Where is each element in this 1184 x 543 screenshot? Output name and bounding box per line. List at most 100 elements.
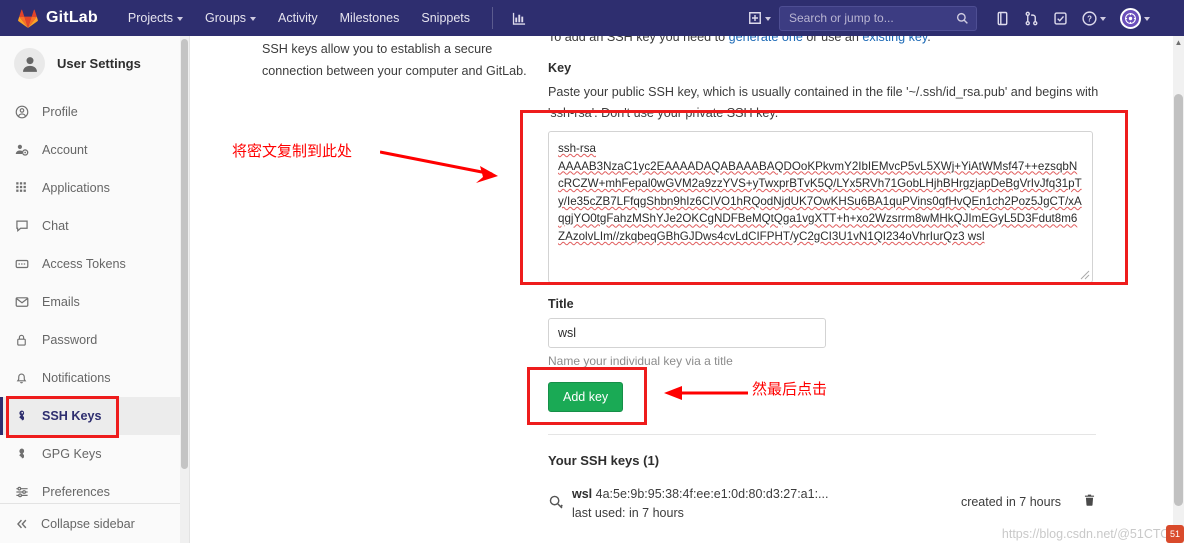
key-field-label: Key [548, 61, 572, 76]
existing-key-link[interactable]: existing key [862, 36, 927, 44]
help-icon[interactable]: ? [1076, 6, 1112, 31]
sidebar-item-ssh-keys[interactable]: SSH Keys [0, 397, 189, 435]
nav-link-projects[interactable]: Projects [118, 5, 193, 31]
nav-link-groups[interactable]: Groups [195, 5, 266, 31]
chevron-down-icon [1100, 16, 1106, 21]
page-scroll-thumb[interactable] [1174, 94, 1183, 506]
ssh-keys-intro-column: SSH keys allow you to establish a secure… [262, 36, 530, 82]
sidebar-item-gpg-keys[interactable]: GPG Keys [0, 435, 189, 473]
bell-icon [14, 371, 29, 385]
user-settings-sidebar: User Settings Profile Account Applicatio… [0, 36, 190, 543]
nav-link-milestones[interactable]: Milestones [330, 5, 410, 31]
textarea-resize-grip[interactable] [1080, 270, 1090, 280]
key-row-details: wsl 4a:5e:9b:95:38:4f:ee:e1:0d:80:d3:27:… [572, 485, 961, 520]
email-icon [14, 295, 29, 309]
nav-divider [492, 7, 494, 29]
profile-icon [14, 105, 29, 119]
double-chevron-glyph-icon [16, 519, 26, 528]
avatar-glyph-icon [1125, 12, 1136, 24]
todos-icon[interactable] [1047, 6, 1074, 31]
sidebar-item-emails-label: Emails [42, 295, 80, 309]
chevron-double-left-icon [14, 517, 29, 531]
gpg-key-icon [14, 447, 29, 461]
lock-icon [14, 333, 29, 347]
user-avatar-icon [1120, 7, 1141, 29]
merge-requests-icon[interactable] [1018, 6, 1045, 31]
add-key-button-wrapper: Add key [548, 381, 1108, 412]
ssh-key-value-line2: AAAAB3NzaC1yc2EAAAADAQABAAABAQDOoKPkvmY2… [558, 159, 1082, 243]
sidebar-item-password[interactable]: Password [0, 321, 189, 359]
ssh-key-form-column: To add an SSH key you need to generate o… [548, 36, 1108, 520]
add-key-button[interactable]: Add key [548, 381, 624, 412]
svg-text:?: ? [1087, 14, 1092, 23]
applications-grid-icon [15, 182, 26, 192]
key-magnifier-glyph-icon [549, 495, 563, 509]
account-icon [14, 143, 29, 157]
issues-icon[interactable] [989, 6, 1016, 31]
navbar-right-section: ? [742, 3, 1156, 34]
chat-bubble-icon [15, 220, 28, 232]
token-card-icon [15, 259, 28, 269]
padlock-icon [17, 334, 26, 346]
new-item-plus-button[interactable] [742, 6, 777, 30]
key-icon [14, 409, 29, 423]
todos-check-icon [1054, 11, 1067, 25]
sidebar-item-access-tokens[interactable]: Access Tokens [0, 245, 189, 283]
key-name: wsl [572, 486, 593, 501]
gitlab-fox-icon [18, 9, 38, 28]
nav-link-snippets[interactable]: Snippets [411, 5, 480, 31]
help-question-icon: ? [1082, 10, 1097, 26]
gitlab-ssh-keys-page: GitLab Projects Groups Activity Mileston… [0, 0, 1184, 543]
analytics-chart-icon[interactable] [505, 6, 532, 31]
search-box[interactable] [779, 5, 977, 31]
sidebar-scrollbar[interactable] [180, 36, 189, 543]
sidebar-item-gpg-keys-label: GPG Keys [42, 447, 102, 461]
key-title-input[interactable] [548, 317, 826, 348]
primary-nav-links: Projects Groups Activity Milestones Snip… [118, 5, 532, 31]
delete-key-button[interactable] [1083, 493, 1096, 512]
sidebar-item-applications[interactable]: Applications [0, 169, 189, 207]
sidebar-item-access-tokens-label: Access Tokens [42, 257, 126, 271]
user-avatar [14, 48, 45, 79]
sidebar-item-emails[interactable]: Emails [0, 283, 189, 321]
page-scrollbar[interactable]: ▲ ▼ [1173, 36, 1184, 543]
annotation-text-copy-here: 将密文复制到此处 [232, 142, 353, 160]
chat-icon [14, 219, 29, 233]
nav-link-activity[interactable]: Activity [268, 5, 328, 31]
collapse-sidebar-button[interactable]: Collapse sidebar [0, 503, 189, 543]
user-menu-button[interactable] [1114, 3, 1156, 34]
sidebar-item-account[interactable]: Account [0, 131, 189, 169]
gitlab-logo[interactable]: GitLab [18, 9, 98, 28]
plus-square-icon [749, 12, 761, 24]
ssh-key-textarea[interactable]: ssh-rsa AAAAB3NzaC1yc2EAAAADAQABAAABAQDO… [548, 130, 1093, 283]
sidebar-item-chat[interactable]: Chat [0, 207, 189, 245]
preferences-icon [14, 485, 29, 499]
ssh-keys-description: SSH keys allow you to establish a secure… [262, 42, 527, 79]
gpg-key-glyph-icon [19, 448, 25, 459]
scroll-up-arrow-icon[interactable]: ▲ [1173, 36, 1184, 48]
section-divider [548, 433, 1096, 435]
access-tokens-icon [14, 257, 29, 271]
sidebar-item-preferences-label: Preferences [42, 485, 110, 499]
add-key-hint-suffix: . [927, 36, 931, 44]
sidebar-item-ssh-keys-label: SSH Keys [42, 409, 102, 423]
user-avatar-icon [22, 56, 37, 72]
gitlab-brand-text: GitLab [46, 9, 98, 26]
table-row[interactable]: wsl 4a:5e:9b:95:38:4f:ee:e1:0d:80:d3:27:… [548, 485, 1096, 520]
watermark-badge: 51 [1166, 525, 1184, 543]
search-icon [956, 12, 968, 24]
sidebar-header: User Settings [0, 36, 189, 93]
sidebar-item-notifications[interactable]: Notifications [0, 359, 189, 397]
ssh-key-glyph-icon [19, 410, 25, 421]
generate-one-link[interactable]: generate one [729, 36, 803, 44]
collapse-sidebar-label: Collapse sidebar [41, 516, 135, 531]
main-content: SSH keys allow you to establish a secure… [190, 36, 1184, 543]
chart-icon [512, 12, 526, 25]
sliders-icon [15, 486, 28, 498]
nav-link-projects-label: Projects [127, 11, 174, 25]
sidebar-item-profile[interactable]: Profile [0, 93, 189, 131]
search-input[interactable] [787, 10, 956, 26]
sidebar-scroll-thumb[interactable] [181, 39, 188, 469]
applications-icon [14, 181, 29, 195]
annotation-text-final-click: 然最后点击 [752, 380, 828, 398]
